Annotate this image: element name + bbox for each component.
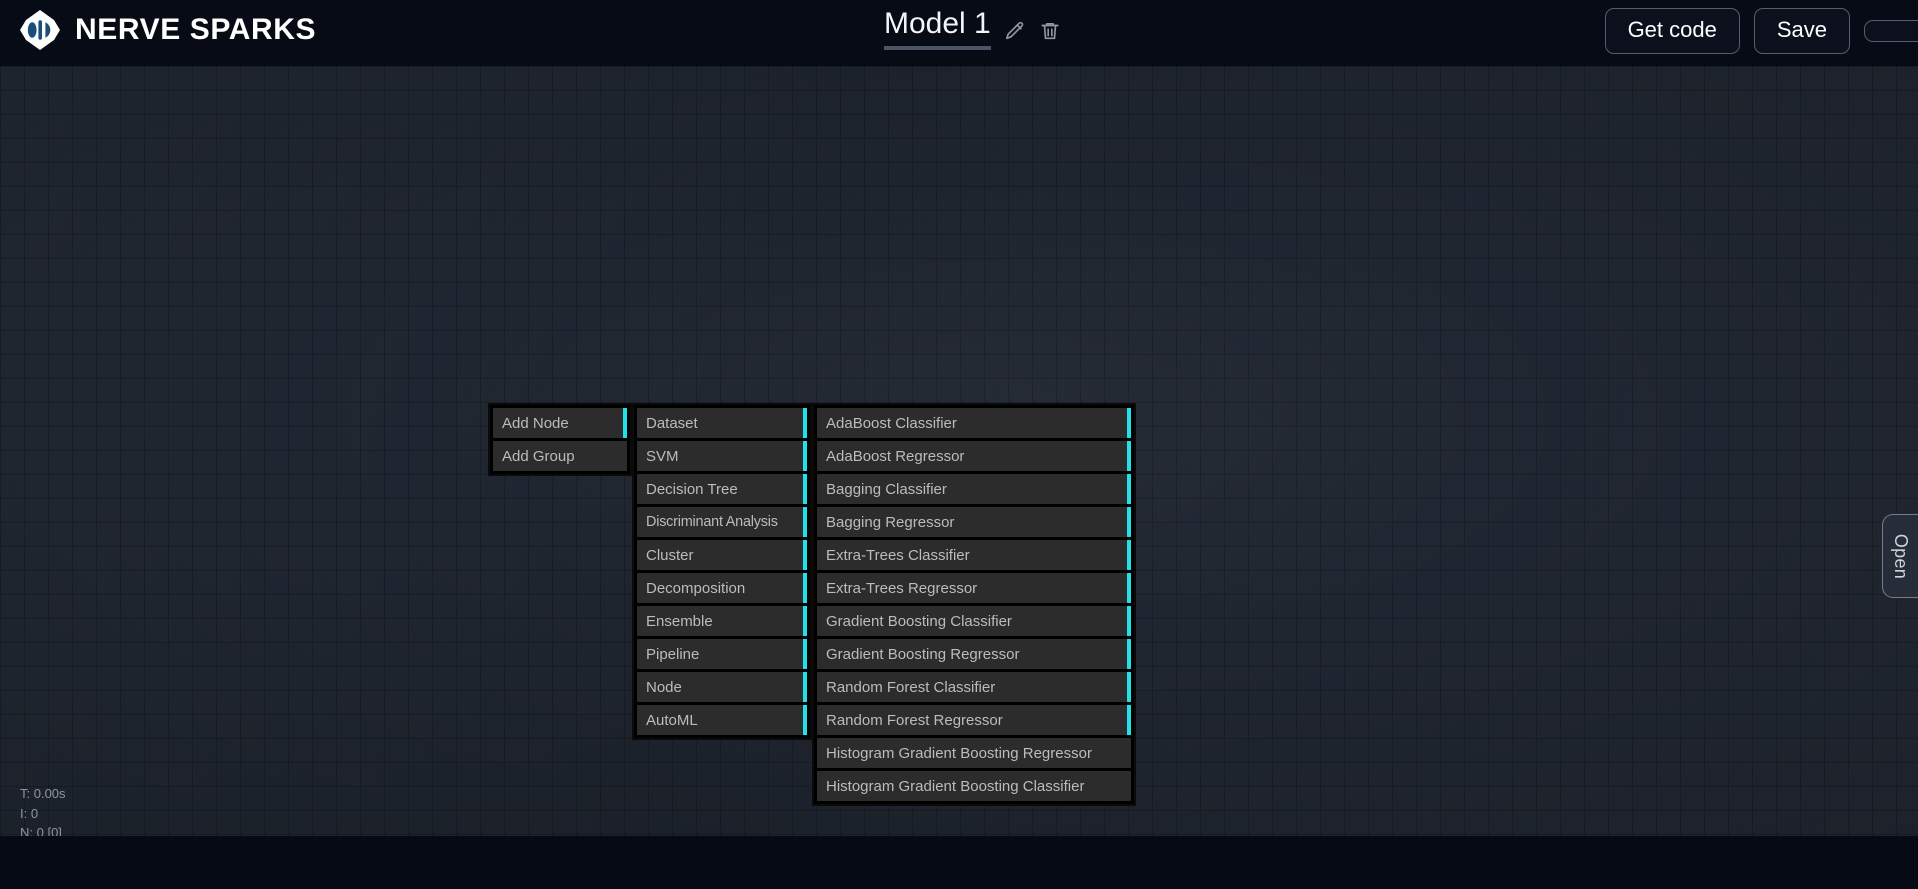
- get-code-button[interactable]: Get code: [1604, 8, 1740, 55]
- menu-item-svm[interactable]: SVM: [637, 441, 807, 471]
- context-menu-column-ensemble: AdaBoost Classifier AdaBoost Regressor B…: [812, 403, 1136, 806]
- menu-item-bagging-regressor[interactable]: Bagging Regressor: [817, 507, 1131, 537]
- menu-item-label: Node: [646, 678, 682, 696]
- save-button[interactable]: Save: [1753, 8, 1850, 55]
- menu-item-label: Random Forest Classifier: [826, 678, 996, 696]
- menu-item-random-forest-regressor[interactable]: Random Forest Regressor: [817, 705, 1131, 735]
- menu-item-label: Gradient Boosting Classifier: [826, 612, 1012, 630]
- menu-item-label: AutoML: [646, 711, 698, 729]
- overflow-button[interactable]: [1864, 20, 1918, 43]
- stat-time: T: 0.00s: [20, 786, 66, 801]
- menu-item-automl[interactable]: AutoML: [637, 705, 807, 735]
- menu-item-label: SVM: [646, 447, 679, 465]
- menu-item-label: Bagging Regressor: [826, 513, 955, 531]
- menu-item-label: Gradient Boosting Regressor: [826, 645, 1020, 663]
- trash-icon[interactable]: [1039, 20, 1061, 42]
- menu-item-node[interactable]: Node: [637, 672, 807, 702]
- menu-item-cluster[interactable]: Cluster: [637, 540, 807, 570]
- menu-item-label: Add Group: [502, 447, 575, 465]
- menu-item-label: Pipeline: [646, 645, 700, 663]
- menu-item-add-node[interactable]: Add Node: [493, 408, 627, 438]
- header-actions: Get code Save: [1604, 8, 1918, 55]
- menu-item-ensemble[interactable]: Ensemble: [637, 606, 807, 636]
- context-menu-column-root: Add Node Add Group: [488, 403, 632, 476]
- menu-item-dataset[interactable]: Dataset: [637, 408, 807, 438]
- stat-nodes: N: 0 [0]: [20, 825, 62, 836]
- menu-item-decomposition[interactable]: Decomposition: [637, 573, 807, 603]
- stat-iterations: I: 0: [20, 805, 39, 821]
- menu-item-label: AdaBoost Classifier: [826, 414, 957, 432]
- menu-item-gradient-boosting-regressor[interactable]: Gradient Boosting Regressor: [817, 639, 1131, 669]
- menu-item-add-group[interactable]: Add Group: [493, 441, 627, 471]
- graph-canvas[interactable]: T: 0.00s I: 0 N: 0 [0] V: 3 FPS:59.17 Ad…: [0, 66, 1918, 836]
- menu-item-extra-trees-regressor[interactable]: Extra-Trees Regressor: [817, 573, 1131, 603]
- context-menu-column-add-node: Dataset SVM Decision Tree Discriminant A…: [632, 403, 812, 740]
- menu-item-decision-tree[interactable]: Decision Tree: [637, 474, 807, 504]
- context-menu: Add Node Add Group Dataset SVM Decision …: [488, 403, 1136, 806]
- menu-item-adaboost-regressor[interactable]: AdaBoost Regressor: [817, 441, 1131, 471]
- menu-item-label: Extra-Trees Regressor: [826, 579, 978, 597]
- menu-item-label: Bagging Classifier: [826, 480, 947, 498]
- open-panel-tab[interactable]: Open: [1882, 514, 1918, 598]
- menu-item-label: Random Forest Regressor: [826, 711, 1003, 729]
- menu-item-label: Histogram Gradient Boosting Regressor: [826, 744, 1092, 762]
- menu-item-pipeline[interactable]: Pipeline: [637, 639, 807, 669]
- menu-item-label: Histogram Gradient Boosting Classifier: [826, 777, 1085, 795]
- nerve-sparks-logo-icon: [20, 10, 60, 50]
- menu-item-bagging-classifier[interactable]: Bagging Classifier: [817, 474, 1131, 504]
- pencil-icon[interactable]: [1004, 20, 1026, 42]
- menu-item-label: Add Node: [502, 414, 569, 432]
- brand-name: NERVE SPARKS: [75, 13, 317, 46]
- menu-item-gradient-boosting-classifier[interactable]: Gradient Boosting Classifier: [817, 606, 1131, 636]
- app-root: NERVE SPARKS Model 1 Get code Save T: 0.…: [0, 0, 1918, 889]
- menu-item-label: Cluster: [646, 546, 694, 564]
- menu-item-label: AdaBoost Regressor: [826, 447, 965, 465]
- canvas-stats: T: 0.00s I: 0 N: 0 [0] V: 3 FPS:59.17: [20, 784, 81, 836]
- menu-item-label: Dataset: [646, 414, 698, 432]
- menu-item-discriminant-analysis[interactable]: Discriminant Analysis: [637, 507, 807, 537]
- menu-item-adaboost-classifier[interactable]: AdaBoost Classifier: [817, 408, 1131, 438]
- menu-item-label: Extra-Trees Classifier: [826, 546, 970, 564]
- menu-item-extra-trees-classifier[interactable]: Extra-Trees Classifier: [817, 540, 1131, 570]
- menu-item-label: Ensemble: [646, 612, 713, 630]
- app-header: NERVE SPARKS Model 1 Get code Save: [0, 0, 1918, 66]
- bottom-bar: [0, 836, 1918, 889]
- menu-item-random-forest-classifier[interactable]: Random Forest Classifier: [817, 672, 1131, 702]
- menu-item-histogram-gradient-boosting-regressor[interactable]: Histogram Gradient Boosting Regressor: [817, 738, 1131, 768]
- menu-item-label: Decision Tree: [646, 480, 738, 498]
- menu-item-label: Decomposition: [646, 579, 746, 597]
- menu-item-histogram-gradient-boosting-classifier[interactable]: Histogram Gradient Boosting Classifier: [817, 771, 1131, 801]
- model-title-group: Model 1: [884, 9, 1061, 50]
- page-title: Model 1: [884, 9, 991, 50]
- menu-item-label: Discriminant Analysis: [646, 514, 778, 530]
- open-panel-label: Open: [1891, 533, 1912, 579]
- brand: NERVE SPARKS: [18, 8, 316, 52]
